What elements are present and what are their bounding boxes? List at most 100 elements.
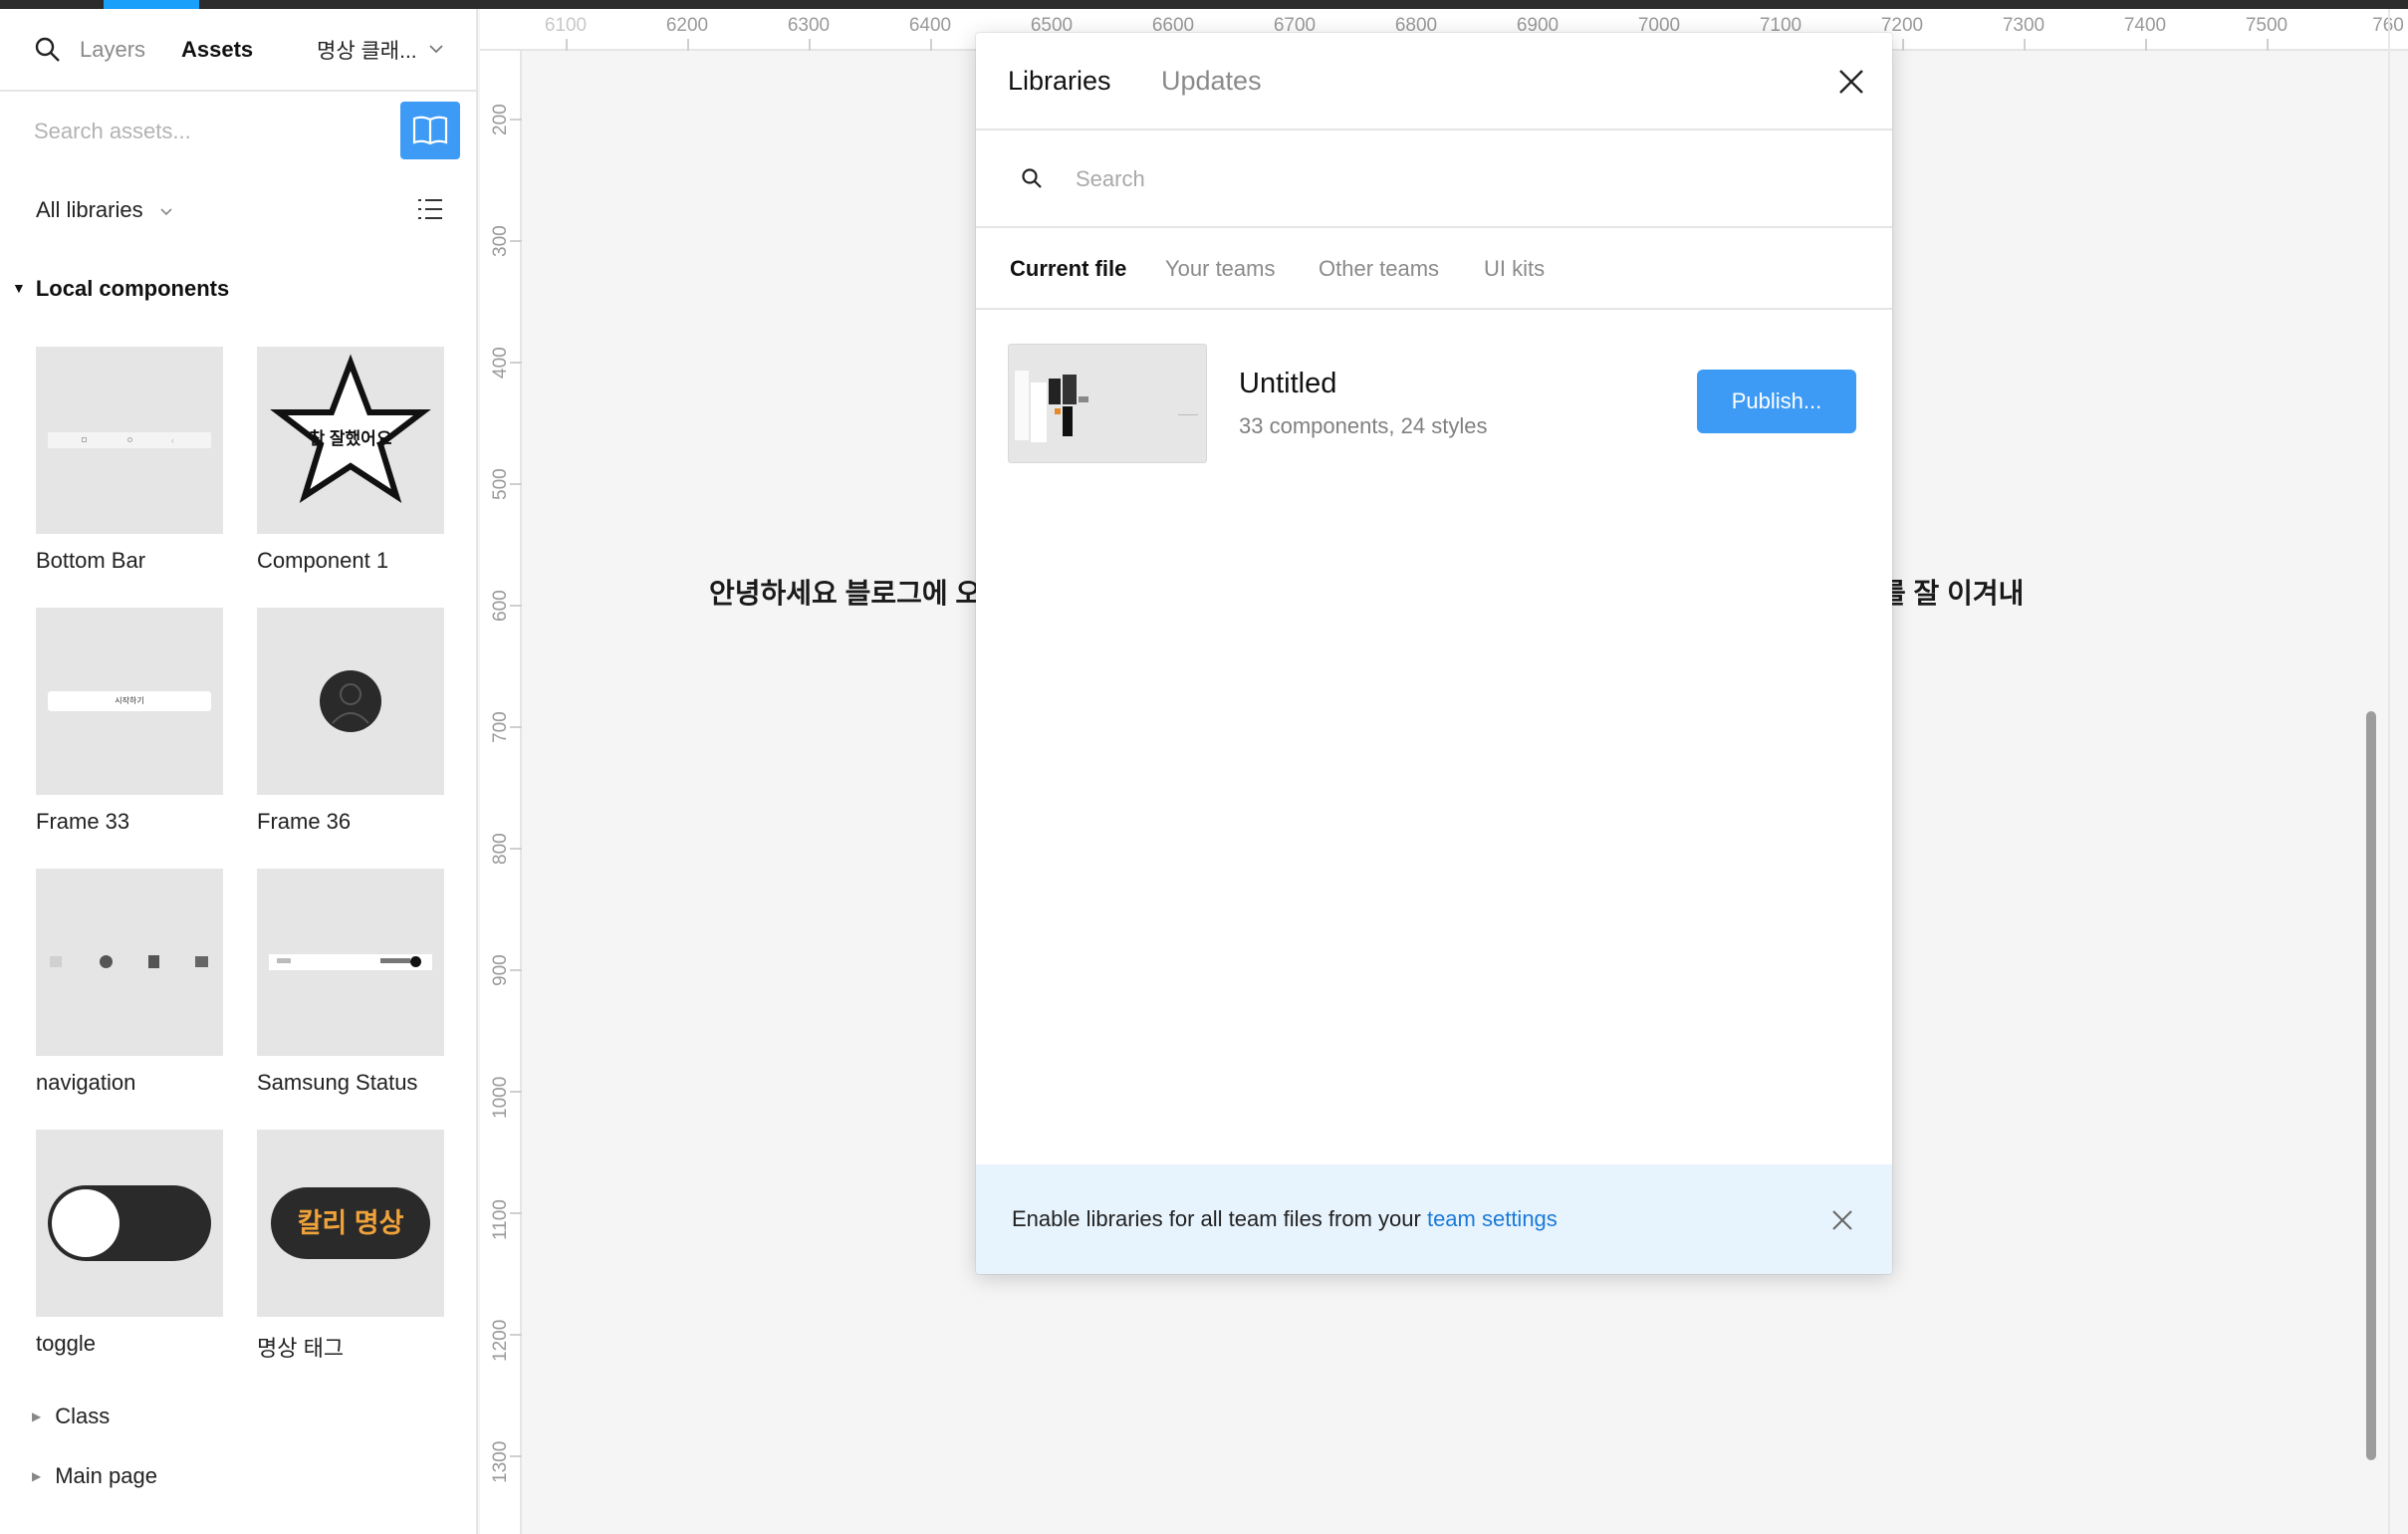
component-label: toggle <box>36 1331 96 1356</box>
team-settings-banner: Enable libraries for all team files from… <box>976 1164 1892 1274</box>
caret-right-icon: ▶ <box>32 1469 42 1483</box>
library-name: Untitled <box>1239 368 1337 399</box>
chevron-down-icon[interactable] <box>428 43 444 55</box>
component-toggle[interactable]: toggle <box>36 1130 223 1357</box>
library-meta: 33 components, 24 styles <box>1239 413 1488 438</box>
canvas-text-left[interactable]: 안녕하세요 블로그에 오 <box>709 572 981 612</box>
start-button-preview: 시작하기 <box>48 691 211 711</box>
ruler-label: 7500 <box>2245 15 2288 36</box>
search-icon <box>1022 168 1042 188</box>
library-subtabs: Current file Your teams Other teams UI k… <box>976 228 1892 310</box>
ruler-label: 700 <box>490 711 511 743</box>
component-bottom-bar[interactable]: ‹ Bottom Bar <box>36 347 223 574</box>
component-thumbnail <box>257 869 444 1056</box>
panel-tabs: Layers Assets 명상 클래... <box>0 9 478 92</box>
ruler-label: 500 <box>490 468 511 500</box>
ruler-label: 7400 <box>2123 15 2167 36</box>
modal-header: Libraries Updates <box>976 33 1892 130</box>
component-thumbnail <box>257 608 444 795</box>
component-component-1[interactable]: 참 잘했어요 Component 1 <box>257 347 444 574</box>
component-frame-36[interactable]: Frame 36 <box>257 608 444 835</box>
subtab-ui-kits[interactable]: UI kits <box>1484 256 1545 282</box>
ruler-label: 200 <box>490 104 511 135</box>
tab-libraries[interactable]: Libraries <box>1008 66 1111 97</box>
section-title: Local components <box>35 276 230 301</box>
chevron-down-icon[interactable] <box>159 207 173 217</box>
component-label: 명상 태그 <box>257 1336 345 1361</box>
home-icon <box>50 956 62 967</box>
active-tool-indicator <box>104 0 199 9</box>
canvas-text-right[interactable]: 를 잘 이겨내 <box>1880 572 2024 612</box>
component-label: Frame 33 <box>36 809 130 834</box>
ruler-label: 7300 <box>2002 15 2046 36</box>
figma-window: Layers Assets 명상 클래... All libraries <box>0 0 2408 1534</box>
ruler-label: 800 <box>490 833 511 865</box>
caret-right-icon: ▶ <box>32 1409 42 1423</box>
list-view-icon[interactable] <box>416 196 444 222</box>
banner-message: Enable libraries for all team files from… <box>1012 1206 1421 1231</box>
subtab-current-file[interactable]: Current file <box>1010 256 1126 282</box>
caret-down-icon: ▼ <box>12 280 26 296</box>
group-label: Main page <box>55 1463 157 1488</box>
component-label: navigation <box>36 1070 136 1095</box>
vertical-ruler: 200 300 400 500 600 700 800 900 1000 110… <box>480 51 522 1534</box>
close-icon[interactable] <box>1836 67 1866 97</box>
library-filter-dropdown[interactable]: All libraries <box>36 197 143 223</box>
search-icon[interactable] <box>34 36 62 64</box>
component-label: Samsung Status <box>257 1070 418 1095</box>
chart-icon <box>195 956 208 967</box>
ruler-label: 900 <box>490 954 511 986</box>
banner-text: Enable libraries for all team files from… <box>1012 1206 1558 1232</box>
clock-icon <box>100 955 113 968</box>
component-frame-33[interactable]: 시작하기 Frame 33 <box>36 608 223 835</box>
file-name-dropdown[interactable]: 명상 클래... <box>317 35 417 65</box>
star-text: 참 잘했어요 <box>309 429 392 448</box>
team-library-button[interactable] <box>400 102 460 159</box>
section-local-components[interactable]: ▼ Local components <box>12 276 229 302</box>
asset-search-input[interactable] <box>34 92 382 171</box>
subtab-your-teams[interactable]: Your teams <box>1165 256 1275 282</box>
component-thumbnail: ‹ <box>36 347 223 534</box>
avatar-icon <box>320 670 381 732</box>
bookmark-icon <box>148 955 159 968</box>
ruler-label: 300 <box>490 225 511 257</box>
library-search-row <box>976 130 1892 228</box>
team-settings-link[interactable]: team settings <box>1427 1206 1558 1231</box>
ruler-label: 6400 <box>908 15 952 36</box>
component-samsung-status[interactable]: Samsung Status <box>257 869 444 1096</box>
publish-button[interactable]: Publish... <box>1697 370 1856 433</box>
component-thumbnail: 칼리 명상 <box>257 1130 444 1317</box>
component-thumbnail: 시작하기 <box>36 608 223 795</box>
component-meditation-tag[interactable]: 칼리 명상 명상 태그 <box>257 1130 444 1363</box>
library-search-input[interactable] <box>1076 158 1832 200</box>
ruler-label: 1100 <box>490 1199 511 1240</box>
ruler-label: 400 <box>490 347 511 379</box>
component-thumbnail <box>36 1130 223 1317</box>
left-panel: Layers Assets 명상 클래... All libraries <box>0 9 478 1534</box>
component-thumbnail: 참 잘했어요 <box>257 347 444 534</box>
tab-updates[interactable]: Updates <box>1161 66 1262 97</box>
close-icon[interactable] <box>1830 1208 1854 1232</box>
asset-search-row <box>0 92 478 171</box>
ruler-label: 6300 <box>787 15 831 36</box>
vertical-scrollbar[interactable] <box>2366 711 2376 1460</box>
ruler-label: 6200 <box>665 15 709 36</box>
toggle-knob <box>52 1189 120 1257</box>
tag-preview: 칼리 명상 <box>271 1187 430 1259</box>
component-label: Bottom Bar <box>36 548 146 573</box>
subtab-other-teams[interactable]: Other teams <box>1319 256 1439 282</box>
component-label: Component 1 <box>257 548 389 573</box>
tab-layers[interactable]: Layers <box>80 37 145 63</box>
book-icon <box>412 116 448 145</box>
component-navigation[interactable]: navigation <box>36 869 223 1096</box>
panel-divider <box>2388 9 2390 1534</box>
library-thumbnail <box>1008 344 1207 463</box>
group-main-page[interactable]: ▶ Main page <box>32 1463 157 1489</box>
group-label: Class <box>55 1404 111 1428</box>
tab-assets[interactable]: Assets <box>181 37 253 63</box>
ruler-label: 1000 <box>490 1076 511 1119</box>
component-label: Frame 36 <box>257 809 352 834</box>
ruler-label: 1300 <box>490 1440 511 1483</box>
library-row: Untitled 33 components, 24 styles Publis… <box>976 344 1892 473</box>
group-class[interactable]: ▶ Class <box>32 1404 110 1429</box>
